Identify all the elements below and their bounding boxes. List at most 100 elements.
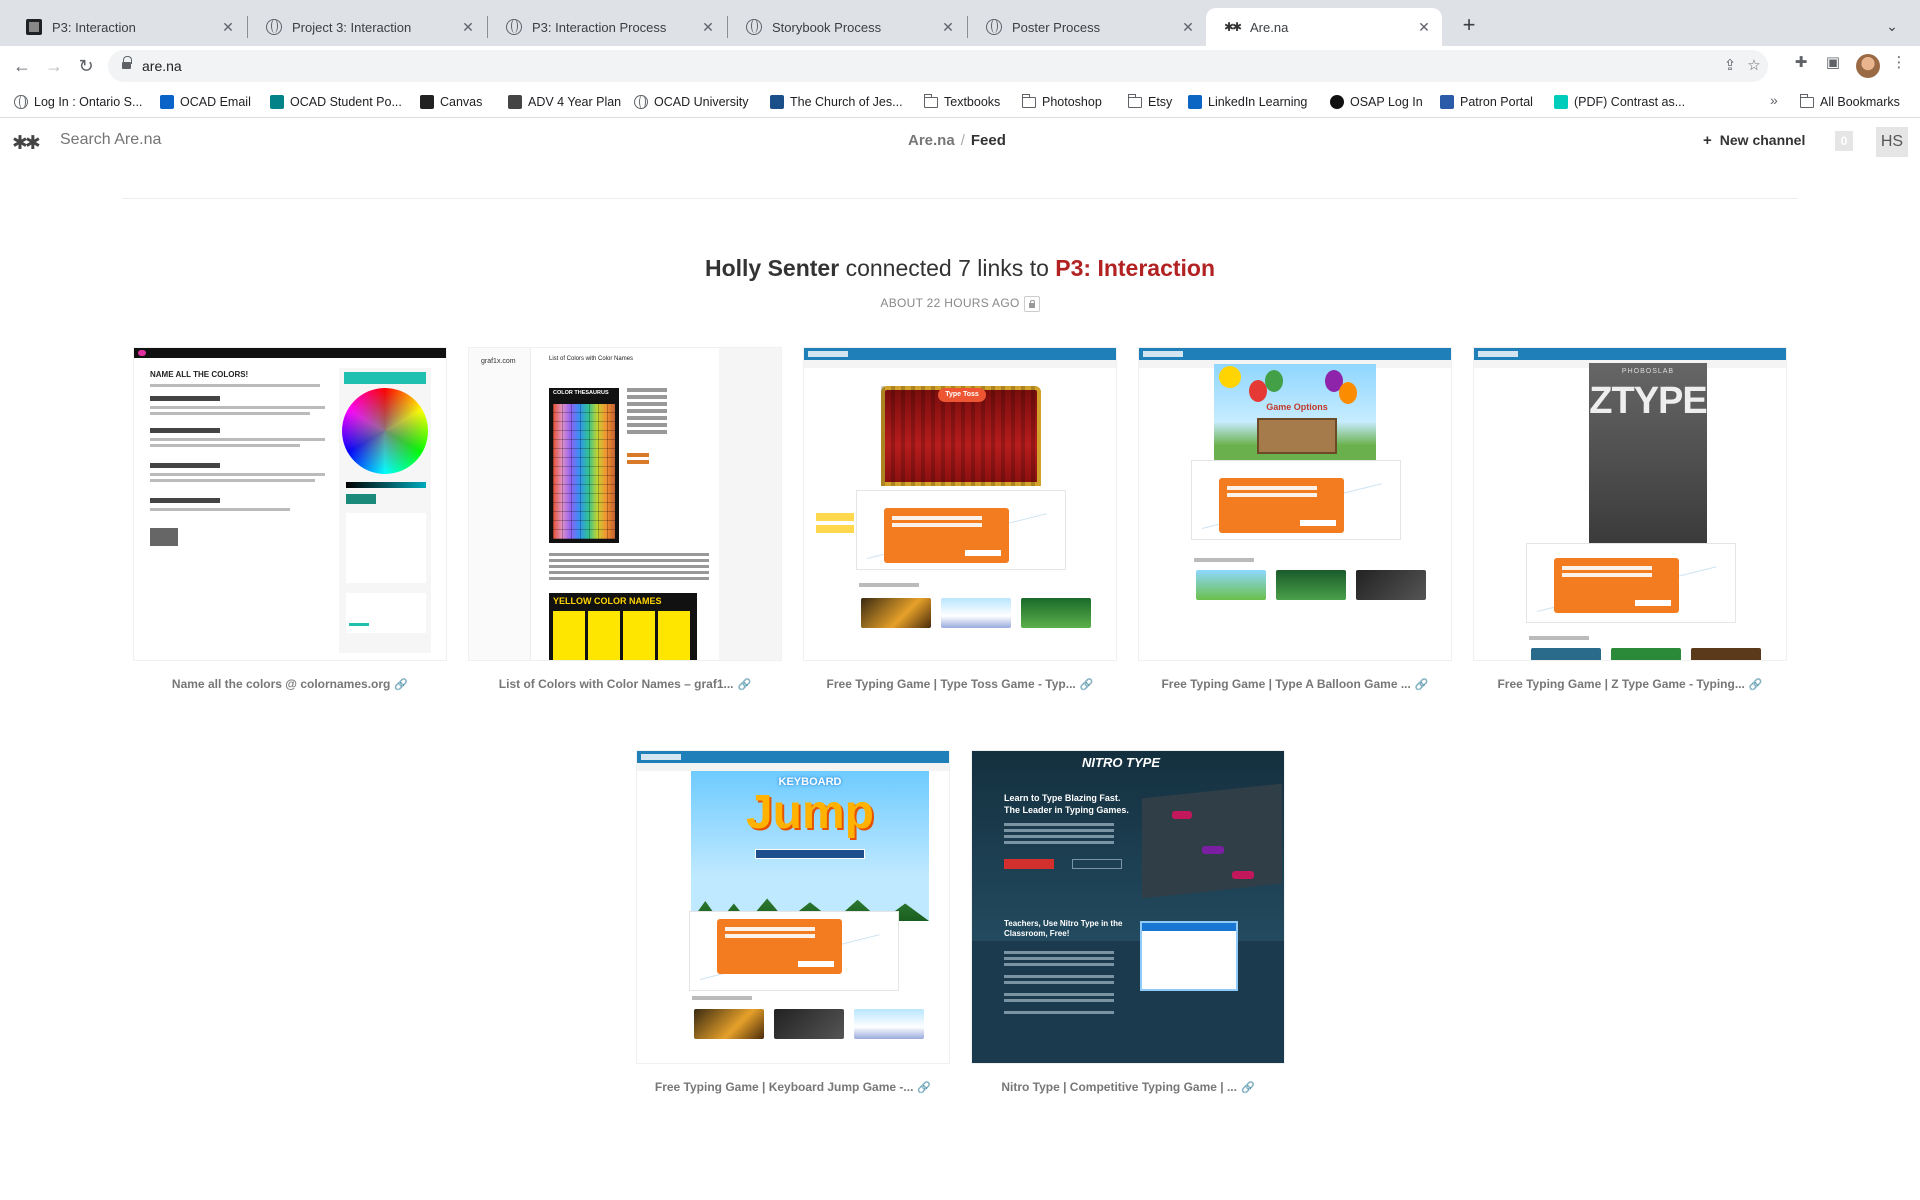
bookmark-linkedin[interactable]: LinkedIn Learning: [1188, 92, 1307, 112]
address-bar[interactable]: are.na ⇪ ☆: [108, 50, 1768, 82]
close-icon[interactable]: ✕: [700, 19, 716, 35]
forward-arrow-icon[interactable]: →: [40, 52, 68, 80]
osap-icon: [1330, 95, 1344, 109]
thumb-heading: Learn to Type Blazing Fast.: [1004, 793, 1121, 803]
block-title[interactable]: List of Colors with Color Names – graf1.…: [468, 677, 782, 691]
tab-storybook[interactable]: Storybook Process ✕: [728, 8, 966, 46]
block-thumbnail[interactable]: graf1x.com List of Colors with Color Nam…: [468, 347, 782, 661]
feed-channel-link[interactable]: P3: Interaction: [1055, 255, 1215, 281]
user-avatar[interactable]: HS: [1876, 127, 1908, 157]
search-input[interactable]: [60, 131, 460, 149]
thumb-heading: NAME ALL THE COLORS!: [150, 370, 249, 379]
arena-logo-icon[interactable]: ✱✱: [12, 132, 41, 155]
block-title[interactable]: Free Typing Game | Type Toss Game - Typ.…: [803, 677, 1117, 691]
bookmark-ocad-university[interactable]: OCAD University: [634, 92, 748, 112]
reload-icon[interactable]: ↻: [72, 52, 100, 80]
tab-poster[interactable]: Poster Process ✕: [968, 8, 1206, 46]
close-icon[interactable]: ✕: [1416, 19, 1432, 35]
linkedin-icon: [1188, 95, 1202, 109]
bookmark-adv-plan[interactable]: ADV 4 Year Plan: [508, 92, 621, 112]
breadcrumb-separator: /: [960, 132, 965, 149]
block-thumbnail[interactable]: Game Options: [1138, 347, 1452, 661]
lock-icon: [122, 56, 132, 71]
bookmark-label: Patron Portal: [1460, 95, 1533, 109]
bookmark-church[interactable]: The Church of Jes...: [770, 92, 903, 112]
block-card[interactable]: KEYBOARD Jump Free Typing Game | Keyboar…: [636, 750, 950, 1094]
profile-avatar[interactable]: [1856, 54, 1880, 78]
new-tab-button[interactable]: +: [1455, 12, 1483, 40]
arena-dark-favicon: [26, 19, 42, 35]
feed-user-link[interactable]: Holly Senter: [705, 255, 839, 281]
bookmark-etsy[interactable]: Etsy: [1127, 92, 1173, 112]
breadcrumb-root[interactable]: Are.na: [908, 132, 955, 149]
bookmark-osap[interactable]: OSAP Log In: [1330, 92, 1423, 112]
feed-timestamp: ABOUT 22 HOURS AGO: [0, 296, 1920, 312]
bookmark-ocad-email[interactable]: OCAD Email: [160, 92, 251, 112]
thumb-title-large: Jump: [745, 786, 874, 839]
side-panel-icon[interactable]: ▣: [1822, 52, 1844, 74]
bookmark-label: LinkedIn Learning: [1208, 95, 1308, 109]
block-thumbnail[interactable]: PHOBOSLAB ZTYPE: [1473, 347, 1787, 661]
thumb-box-label: YELLOW COLOR NAMES: [553, 596, 662, 606]
block-title[interactable]: Name all the colors @ colornames.org 🔗: [133, 677, 447, 691]
thumb-heading: The Leader in Typing Games.: [1004, 805, 1129, 815]
browser-toolbar: ← → ↻ are.na ⇪ ☆ ✚ ▣ ⋮: [0, 46, 1920, 86]
block-title[interactable]: Free Typing Game | Type A Balloon Game .…: [1138, 677, 1452, 691]
block-card[interactable]: graf1x.com List of Colors with Color Nam…: [468, 347, 782, 691]
block-title[interactable]: Free Typing Game | Z Type Game - Typing.…: [1473, 677, 1787, 691]
outlook-icon: [160, 95, 174, 109]
folder-icon: [1127, 93, 1142, 108]
block-card[interactable]: NAME ALL THE COLORS! Name all the colors…: [133, 347, 447, 691]
close-icon[interactable]: ✕: [460, 19, 476, 35]
star-icon[interactable]: ☆: [1744, 56, 1764, 76]
timestamp-text: ABOUT 22 HOURS AGO: [880, 296, 1020, 311]
block-thumbnail[interactable]: Type Toss: [803, 347, 1117, 661]
bookmark-patron[interactable]: Patron Portal: [1440, 92, 1533, 112]
church-icon: [770, 95, 784, 109]
url-text[interactable]: are.na: [142, 58, 182, 74]
bookmark-label: (PDF) Contrast as...: [1574, 95, 1686, 109]
block-thumbnail[interactable]: NITRO TYPE Learn to Type Blazing Fast. T…: [971, 750, 1285, 1064]
thumb-sign: Type Toss: [938, 388, 986, 402]
bookmark-canvas[interactable]: Canvas: [420, 92, 482, 112]
block-thumbnail[interactable]: KEYBOARD Jump: [636, 750, 950, 1064]
bookmark-pdf-contrast[interactable]: (PDF) Contrast as...: [1554, 92, 1685, 112]
block-card[interactable]: Game Options Free Typing Game | Type A B…: [1138, 347, 1452, 691]
bookmark-label: Etsy: [1148, 95, 1173, 109]
tab-project-3[interactable]: Project 3: Interaction ✕: [248, 8, 486, 46]
bookmark-textbooks[interactable]: Textbooks: [923, 92, 1000, 112]
bookmark-label: Photoshop: [1042, 95, 1102, 109]
block-card[interactable]: NITRO TYPE Learn to Type Blazing Fast. T…: [971, 750, 1285, 1094]
thumb-heading: Teachers, Use Nitro Type in the Classroo…: [1004, 919, 1123, 938]
block-card[interactable]: Type Toss Free Typing Game | Type Toss G…: [803, 347, 1117, 691]
bookmark-student-portal[interactable]: OCAD Student Po...: [270, 92, 402, 112]
bookmark-photoshop[interactable]: Photoshop: [1021, 92, 1102, 112]
notification-count-badge[interactable]: 0: [1835, 131, 1853, 151]
share-icon[interactable]: ⇪: [1720, 56, 1740, 76]
back-arrow-icon[interactable]: ←: [8, 52, 36, 80]
tab-search-chevron-icon[interactable]: ⌄: [1878, 12, 1906, 40]
bookmark-ontario[interactable]: Log In : Ontario S...: [14, 92, 142, 112]
tab-label: Are.na: [1250, 19, 1289, 35]
tab-p3-process[interactable]: P3: Interaction Process ✕: [488, 8, 726, 46]
thumb-box-label: COLOR THESAURUS: [553, 390, 609, 396]
close-icon[interactable]: ✕: [1180, 19, 1196, 35]
block-title[interactable]: Nitro Type | Competitive Typing Game | .…: [971, 1080, 1285, 1094]
thumb-logo: NITRO TYPE: [1082, 755, 1161, 770]
menu-kebab-icon[interactable]: ⋮: [1888, 52, 1910, 74]
block-title[interactable]: Free Typing Game | Keyboard Jump Game -.…: [636, 1080, 950, 1094]
new-channel-button[interactable]: + New channel: [1703, 132, 1805, 149]
block-card[interactable]: PHOBOSLAB ZTYPE Free Typing Game | Z Typ…: [1473, 347, 1787, 691]
bookmark-label: ADV 4 Year Plan: [528, 95, 622, 109]
block-thumbnail[interactable]: NAME ALL THE COLORS!: [133, 347, 447, 661]
bookmarks-overflow-icon[interactable]: »: [1770, 92, 1778, 108]
tab-arena[interactable]: ✱✱ Are.na ✕: [1206, 8, 1442, 46]
all-bookmarks[interactable]: All Bookmarks: [1799, 92, 1900, 112]
close-icon[interactable]: ✕: [220, 19, 236, 35]
extensions-puzzle-icon[interactable]: ✚: [1790, 52, 1812, 74]
breadcrumb-current: Feed: [970, 132, 1006, 149]
globe-icon: [986, 19, 1002, 35]
close-icon[interactable]: ✕: [940, 19, 956, 35]
researchgate-icon: [1554, 95, 1568, 109]
tab-p3-interaction[interactable]: P3: Interaction ✕: [8, 8, 246, 46]
